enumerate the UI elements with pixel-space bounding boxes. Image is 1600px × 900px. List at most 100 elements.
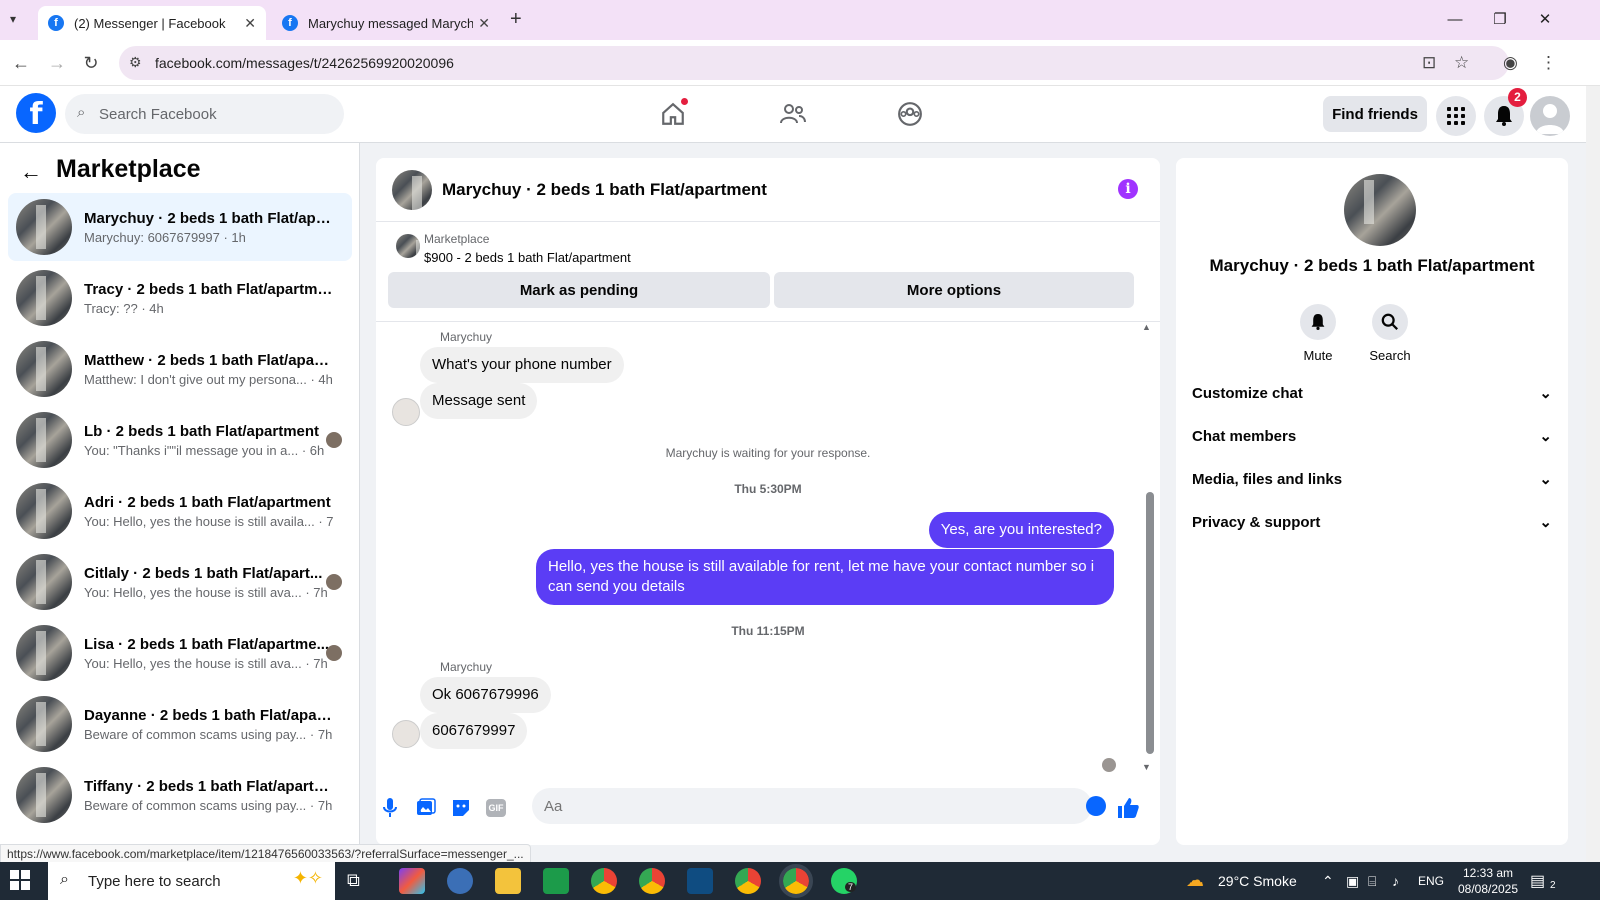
gif-icon[interactable]: GIF [484, 796, 508, 820]
menu-grid-icon[interactable] [1436, 96, 1476, 136]
info-icon[interactable]: i [1118, 179, 1138, 199]
conversation-item[interactable]: Citlaly · 2 beds 1 bath Flat/apart... You… [8, 548, 352, 616]
scroll-down-icon[interactable]: ▼ [1142, 762, 1151, 772]
customize-chat-section[interactable]: Customize chat ⌄ [1192, 373, 1552, 413]
conversation-item[interactable]: Lisa · 2 beds 1 bath Flat/apartme... You:… [8, 619, 352, 687]
sender-avatar[interactable] [392, 720, 420, 748]
site-info-icon[interactable]: ⚙ [129, 54, 142, 71]
emoji-icon[interactable] [1086, 796, 1106, 816]
listing-thumbnail [16, 199, 72, 255]
network-icon[interactable]: ⌸ [1368, 873, 1376, 890]
message-bubble-incoming[interactable]: Message sent [420, 383, 538, 419]
page-scrollbar[interactable] [1586, 86, 1600, 862]
message-bubble-outgoing[interactable]: Yes, are you interested? [928, 512, 1114, 548]
chat-members-section[interactable]: Chat members ⌄ [1192, 416, 1552, 456]
bell-icon [1300, 304, 1336, 340]
search-in-chat-button[interactable]: Search [1360, 304, 1420, 363]
listing-price[interactable]: $900 - 2 beds 1 bath Flat/apartment [424, 250, 631, 265]
details-avatar[interactable] [1344, 174, 1416, 246]
search-highlight-icon: ✦✧ [292, 868, 323, 888]
copilot-app-icon[interactable] [399, 868, 425, 894]
account-avatar[interactable] [1530, 96, 1570, 136]
conversation-item[interactable]: Tiffany · 2 beds 1 bath Flat/apartm... Be… [8, 761, 352, 829]
find-friends-button[interactable]: Find friends [1323, 96, 1427, 132]
message-bubble-incoming[interactable]: Ok 6067679996 [420, 677, 551, 713]
bookmark-star-icon[interactable]: ☆ [1454, 53, 1469, 73]
profile-icon[interactable]: ◉ [1503, 53, 1518, 73]
tab-search-dropdown-icon[interactable]: ▾ [10, 12, 16, 26]
friends-icon[interactable] [773, 96, 813, 132]
facebook-logo-icon[interactable]: f [16, 93, 56, 133]
listing-thumbnail[interactable] [396, 234, 420, 258]
listing-thumbnail [16, 696, 72, 752]
taskbar-search-input[interactable]: ⌕ Type here to search ✦✧ [48, 862, 335, 900]
tab-messenger[interactable]: f (2) Messenger | Facebook ✕ [38, 6, 266, 40]
weather-icon[interactable]: ☁ [1186, 870, 1204, 891]
conversation-item[interactable]: Dayanne · 2 beds 1 bath Flat/apart... Bew… [8, 690, 352, 758]
clock[interactable]: 12:33 am 08/08/2025 [1456, 866, 1520, 896]
chat-title[interactable]: Marychuy · 2 beds 1 bath Flat/apartment [442, 180, 767, 200]
message-bubble-incoming[interactable]: What's your phone number [420, 347, 624, 383]
notification-center-icon[interactable]: ▤ [1530, 871, 1545, 891]
tab-notification[interactable]: f Marychuy messaged Marychuy ✕ [272, 6, 500, 40]
back-icon[interactable]: ← [10, 52, 32, 74]
back-arrow-icon[interactable]: ← [20, 159, 42, 185]
mute-button[interactable]: Mute [1288, 304, 1348, 363]
conversation-name: Matthew · 2 beds 1 bath Flat/apart... [84, 351, 334, 369]
media-app-icon[interactable] [687, 868, 713, 894]
language-indicator[interactable]: ENG [1418, 874, 1444, 888]
thumbs-up-icon[interactable] [1116, 796, 1140, 820]
file-explorer-icon[interactable] [495, 868, 521, 894]
restore-icon[interactable]: ❐ [1485, 8, 1515, 32]
paint-app-icon[interactable] [447, 868, 473, 894]
thread-scrollbar[interactable] [1146, 492, 1154, 754]
media-files-links-section[interactable]: Media, files and links ⌄ [1192, 459, 1552, 499]
mark-as-pending-button[interactable]: Mark as pending [388, 272, 770, 308]
details-name: Marychuy · 2 beds 1 bath Flat/apartment [1209, 256, 1535, 275]
more-options-button[interactable]: More options [774, 272, 1134, 308]
install-app-icon[interactable]: ⊡ [1422, 53, 1436, 73]
conversation-item[interactable]: Adri · 2 beds 1 bath Flat/apartment You: … [8, 477, 352, 545]
sticker-icon[interactable] [449, 796, 473, 820]
chrome-profile-icon[interactable] [639, 868, 665, 894]
microphone-icon[interactable] [378, 796, 402, 820]
weather-text[interactable]: 29°C Smoke [1218, 873, 1297, 889]
menu-dots-icon[interactable]: ⋮ [1540, 53, 1557, 73]
chrome-active-icon[interactable] [779, 864, 813, 898]
scroll-up-icon[interactable]: ▲ [1142, 322, 1151, 332]
message-bubble-incoming[interactable]: 6067679997 [420, 713, 528, 749]
windows-start-icon[interactable] [10, 870, 32, 892]
close-tab-icon[interactable]: ✕ [478, 15, 490, 32]
conversation-item[interactable]: Matthew · 2 beds 1 bath Flat/apart... Mat… [8, 335, 352, 403]
reload-icon[interactable]: ↻ [80, 52, 102, 74]
chevron-down-icon: ⌄ [1539, 471, 1552, 488]
groups-icon[interactable] [890, 96, 930, 132]
minimize-icon[interactable]: — [1440, 8, 1470, 32]
spreadsheet-app-icon[interactable] [543, 868, 569, 894]
message-input[interactable] [532, 788, 1092, 824]
chrome-icon[interactable] [591, 868, 617, 894]
meet-now-icon[interactable]: ▣ [1346, 873, 1359, 890]
notification-count-badge: 2 [1508, 88, 1527, 107]
conversation-item[interactable]: Lb · 2 beds 1 bath Flat/apartment You: "T… [8, 406, 352, 474]
close-tab-icon[interactable]: ✕ [244, 15, 256, 32]
message-bubble-outgoing[interactable]: Hello, yes the house is still available … [536, 549, 1114, 605]
photo-icon[interactable] [414, 796, 438, 820]
chrome-profile-icon[interactable] [735, 868, 761, 894]
conversation-item[interactable]: Marychuy · 2 beds 1 bath Flat/apar... Mar… [8, 193, 352, 261]
facebook-search-input[interactable]: ⌕ Search Facebook [65, 94, 344, 134]
task-view-icon[interactable]: ⧉ [347, 870, 360, 891]
chat-avatar[interactable] [392, 169, 432, 210]
close-window-icon[interactable]: ✕ [1530, 8, 1560, 32]
tray-chevron-up-icon[interactable]: ⌃ [1322, 873, 1334, 890]
volume-icon[interactable]: ♪ [1392, 873, 1399, 889]
conversation-item[interactable]: Tracy · 2 beds 1 bath Flat/apartment Trac… [8, 264, 352, 332]
sender-avatar[interactable] [392, 398, 420, 426]
new-tab-icon[interactable]: + [510, 8, 522, 31]
conversation-details-panel: Marychuy · 2 beds 1 bath Flat/apartment … [1176, 158, 1568, 845]
forward-icon[interactable]: → [46, 52, 68, 74]
url-bar[interactable]: ⚙ facebook.com/messages/t/24262569920020… [119, 46, 1509, 80]
privacy-support-section[interactable]: Privacy & support ⌄ [1192, 502, 1552, 542]
search-icon: ⌕ [60, 871, 69, 888]
home-icon[interactable] [653, 96, 693, 132]
